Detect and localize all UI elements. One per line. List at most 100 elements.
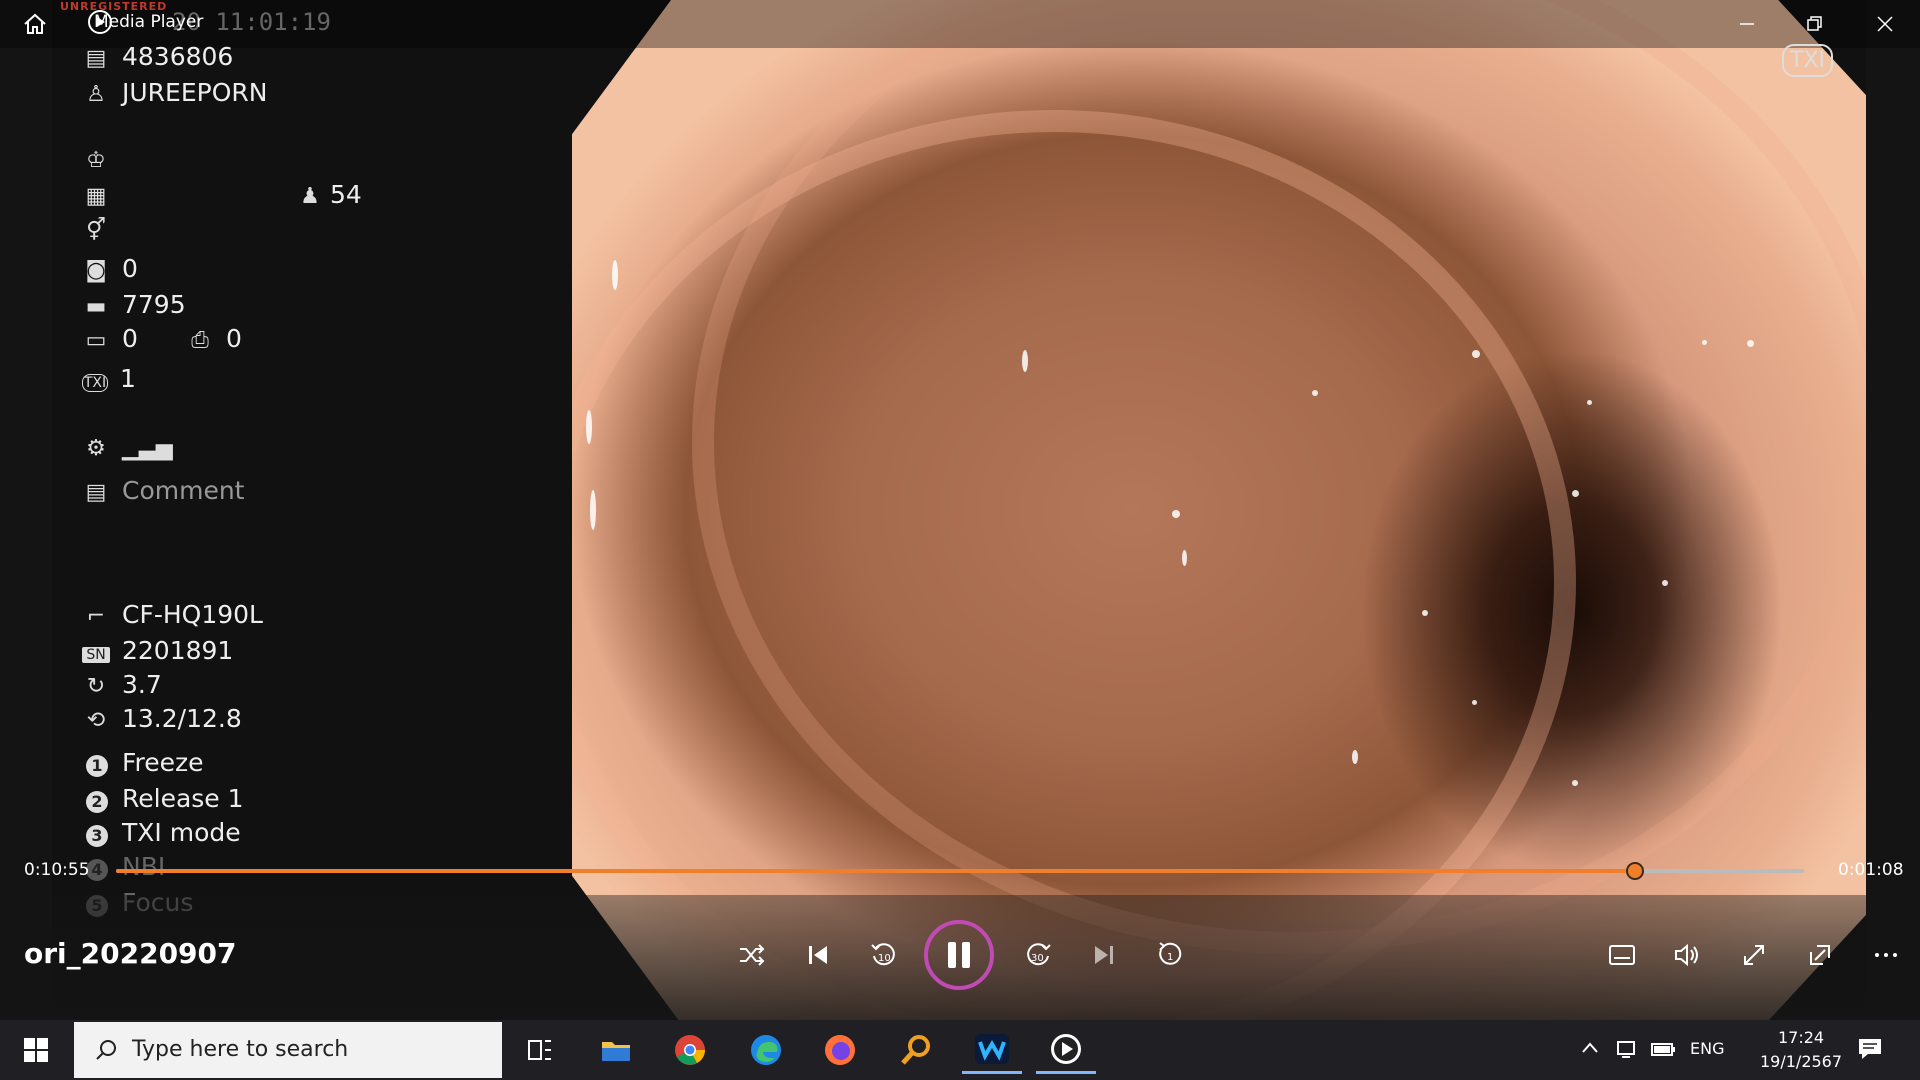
light-reflection	[1182, 550, 1187, 566]
mini-player-button[interactable]	[1800, 935, 1840, 975]
edge-icon	[751, 1035, 781, 1065]
battery-icon	[1651, 1043, 1675, 1056]
function-label: Release 1	[122, 784, 244, 813]
fullscreen-button[interactable]	[1734, 935, 1774, 975]
clock-time: 17:24	[1777, 1028, 1825, 1047]
counter-value: 7795	[122, 290, 186, 319]
id-card-icon: ▤	[85, 46, 107, 71]
shuffle-icon	[740, 944, 765, 966]
search-tool-button[interactable]	[886, 1026, 946, 1074]
patient-id: 4836806	[122, 42, 234, 71]
pause-icon	[948, 942, 970, 968]
minimize-icon	[1740, 23, 1754, 25]
person-icon: ♙	[86, 82, 106, 107]
taskbar-search-box[interactable]: Type here to search	[74, 1022, 502, 1078]
language-indicator[interactable]: ENG	[1690, 1039, 1724, 1058]
value-b-row: ⟲ 13.2/12.8	[82, 704, 242, 733]
seek-thumb[interactable]	[1626, 862, 1645, 880]
chrome-button[interactable]	[660, 1026, 720, 1074]
file-name: ori_20220907	[24, 937, 237, 970]
rewind-10-button[interactable]: 10	[864, 935, 904, 975]
patient-age: 54	[330, 180, 362, 209]
edge-button[interactable]	[736, 1026, 796, 1074]
chrome-icon	[675, 1035, 705, 1065]
playback-controls: ori_20220907 10 30 1	[0, 895, 1920, 1020]
light-reflection	[1022, 350, 1028, 372]
cvp-printer-icon: ⎙	[191, 328, 209, 353]
previous-icon	[809, 946, 827, 964]
camera-icon: ◙	[85, 258, 107, 283]
shuffle-button[interactable]	[732, 935, 772, 975]
patient-name-row: ♙ JUREEPORN	[82, 78, 267, 107]
age-person-icon: ♟	[300, 184, 320, 209]
start-button[interactable]	[6, 1026, 66, 1074]
minimize-button[interactable]	[1734, 12, 1760, 36]
repeat-one-button[interactable]: 1	[1150, 935, 1190, 975]
notifications-button[interactable]	[1856, 1036, 1884, 1066]
restore-button[interactable]	[1802, 12, 1828, 36]
button-function-3: 3 TXI mode	[82, 818, 241, 847]
loop-icon: ⟲	[86, 708, 106, 733]
show-hidden-icons-button[interactable]	[1580, 1038, 1600, 1062]
comment-icon: ▤	[85, 480, 107, 505]
signal-bars-icon: ▁▃▅	[122, 436, 173, 461]
repeat-one-icon: 1	[1159, 942, 1182, 965]
scope-model-row: ⌐ CF-HQ190L	[82, 600, 263, 629]
svg-text:30: 30	[1031, 953, 1044, 964]
webex-icon	[975, 1033, 1009, 1064]
media-player-taskbar-button[interactable]	[1036, 1026, 1096, 1074]
light-reflection	[1572, 490, 1579, 497]
home-button[interactable]	[22, 12, 48, 40]
gender-row: ⚥	[82, 214, 122, 243]
meet-now-button[interactable]	[1616, 1038, 1638, 1064]
patient-id-row: ▤ 4836806	[82, 42, 234, 71]
notification-icon	[1859, 1039, 1881, 1059]
serial-row: SN 2201891	[82, 636, 233, 665]
patient-name: JUREEPORN	[122, 78, 268, 107]
next-button[interactable]	[1084, 935, 1124, 975]
light-reflection	[1472, 700, 1477, 705]
captions-button[interactable]	[1602, 935, 1642, 975]
current-time: 0:10:55	[24, 860, 90, 880]
txi-level: 1	[120, 364, 136, 393]
light-reflection	[612, 260, 618, 290]
firefox-icon	[825, 1035, 855, 1065]
monitor-row: ▭ 0	[82, 324, 138, 353]
file-explorer-button[interactable]	[586, 1026, 646, 1074]
windows-taskbar: Type here to search ENG 17:24 19/1/2567	[0, 1020, 1920, 1080]
monitor-tray-icon	[1617, 1041, 1635, 1058]
light-reflection	[1422, 610, 1428, 616]
more-options-button[interactable]	[1866, 935, 1906, 975]
date-row: ▦	[82, 180, 122, 209]
taskbar-clock[interactable]: 17:24 19/1/2567	[1760, 1026, 1842, 1074]
light-reflection	[1172, 510, 1180, 518]
pause-button[interactable]	[924, 920, 994, 990]
enhancement-row: ⚙ ▁▃▅	[82, 432, 173, 461]
structure-enhancement-icon: ⚙	[86, 436, 106, 461]
seek-bar[interactable]	[116, 862, 1804, 880]
comment-field[interactable]: Comment	[122, 476, 245, 505]
task-view-icon	[528, 1040, 551, 1060]
number-1-badge: 1	[86, 755, 108, 777]
cvp-row: ⎙ 0	[186, 324, 242, 353]
monitor-count: 0	[122, 324, 138, 353]
volume-button[interactable]	[1668, 935, 1708, 975]
capture-count: 0	[122, 254, 138, 283]
previous-button[interactable]	[798, 935, 838, 975]
function-label: TXI mode	[122, 818, 241, 847]
battery-button[interactable]	[1650, 1038, 1678, 1064]
light-reflection	[1572, 780, 1578, 786]
value-b: 13.2/12.8	[122, 704, 242, 733]
monitor-icon: ▭	[85, 328, 107, 353]
light-reflection	[1472, 350, 1480, 358]
task-view-button[interactable]	[510, 1026, 570, 1074]
forward-30-button[interactable]: 30	[1018, 935, 1058, 975]
close-button[interactable]	[1872, 12, 1898, 36]
capture-row: ◙ 0	[82, 254, 138, 283]
webex-button[interactable]	[962, 1026, 1022, 1074]
value-a-row: ↻ 3.7	[82, 670, 162, 699]
chevron-up-icon	[1582, 1042, 1598, 1053]
txi-mode-badge: TXI	[1782, 44, 1833, 77]
firefox-button[interactable]	[810, 1026, 870, 1074]
comment-row[interactable]: ▤ Comment	[82, 476, 245, 505]
